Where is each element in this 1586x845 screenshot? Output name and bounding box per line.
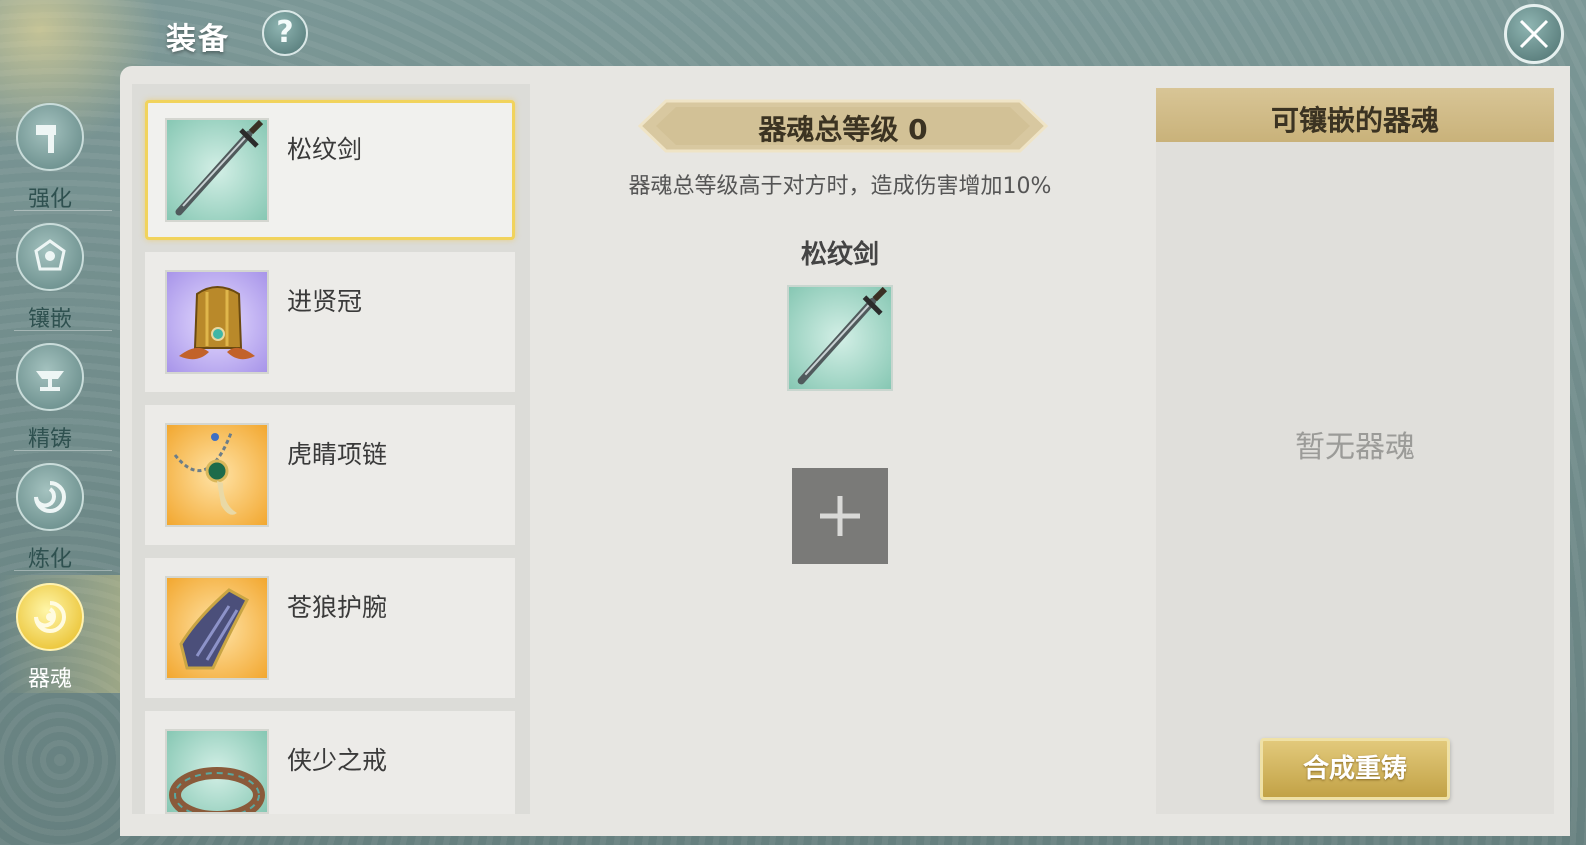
inlayable-souls-list <box>1156 142 1554 814</box>
anvil-icon <box>16 343 84 411</box>
inlayable-souls-title: 可镶嵌的器魂 <box>1270 104 1439 137</box>
soul-swirl-icon <box>16 583 84 651</box>
sword-icon <box>165 118 269 222</box>
equipment-item-bracer[interactable]: 苍狼护腕 <box>145 558 515 698</box>
empty-state-text: 暂无器魂 <box>1295 430 1415 465</box>
bracer-icon <box>165 576 269 680</box>
equipment-item-ring[interactable]: 侠少之戒 <box>145 711 515 814</box>
nav-label: 炼化 <box>27 547 72 572</box>
sword-icon <box>797 286 888 385</box>
equipment-name: 进贤冠 <box>287 287 363 316</box>
crown-hat-icon <box>165 270 269 374</box>
necklace-icon <box>165 423 269 527</box>
nav-item-inlay[interactable]: 镶嵌 <box>0 215 120 333</box>
equipment-name: 苍狼护腕 <box>287 593 388 622</box>
divider <box>14 330 112 331</box>
equipment-item-sword[interactable]: 松纹剑 <box>145 100 515 240</box>
nav-label: 精铸 <box>27 427 72 452</box>
nav-label: 镶嵌 <box>27 307 72 332</box>
gem-icon <box>16 223 84 291</box>
selected-equipment-name: 松纹剑 <box>800 240 879 270</box>
equipment-name: 虎睛项链 <box>287 440 388 469</box>
synthesize-reforge-button[interactable]: 合成重铸 <box>1260 738 1450 800</box>
hammer-icon <box>16 103 84 171</box>
divider <box>14 450 112 451</box>
plus-icon <box>820 496 860 536</box>
equipment-item-hat[interactable]: 进贤冠 <box>145 252 515 392</box>
close-icon <box>1519 19 1549 49</box>
page-title: 装备 <box>166 22 230 57</box>
nav-item-soul[interactable]: 器魂 <box>0 575 124 693</box>
soul-level-title: 器魂总等级 0 <box>758 113 928 146</box>
equipment-name: 侠少之戒 <box>287 746 388 775</box>
nav-label: 器魂 <box>27 667 72 692</box>
nav-item-refine[interactable]: 精铸 <box>0 335 120 453</box>
side-nav: 强化 镶嵌 精铸 炼化 器魂 <box>0 95 124 715</box>
divider <box>14 570 112 571</box>
nav-label: 强化 <box>27 187 72 212</box>
divider <box>14 210 112 211</box>
close-button[interactable] <box>1504 4 1564 64</box>
add-soul-slot[interactable] <box>792 468 888 564</box>
equipment-name: 松纹剑 <box>287 135 363 164</box>
nav-item-smelt[interactable]: 炼化 <box>0 455 120 573</box>
selected-equipment-slot[interactable] <box>787 285 893 391</box>
swirl-icon <box>16 463 84 531</box>
nav-item-enhance[interactable]: 强化 <box>0 95 120 213</box>
soul-level-description: 器魂总等级高于对方时，造成伤害增加10% <box>628 174 1052 199</box>
ring-icon <box>165 729 269 814</box>
equipment-item-necklace[interactable]: 虎睛项链 <box>145 405 515 545</box>
help-button[interactable]: ? <box>262 10 308 56</box>
